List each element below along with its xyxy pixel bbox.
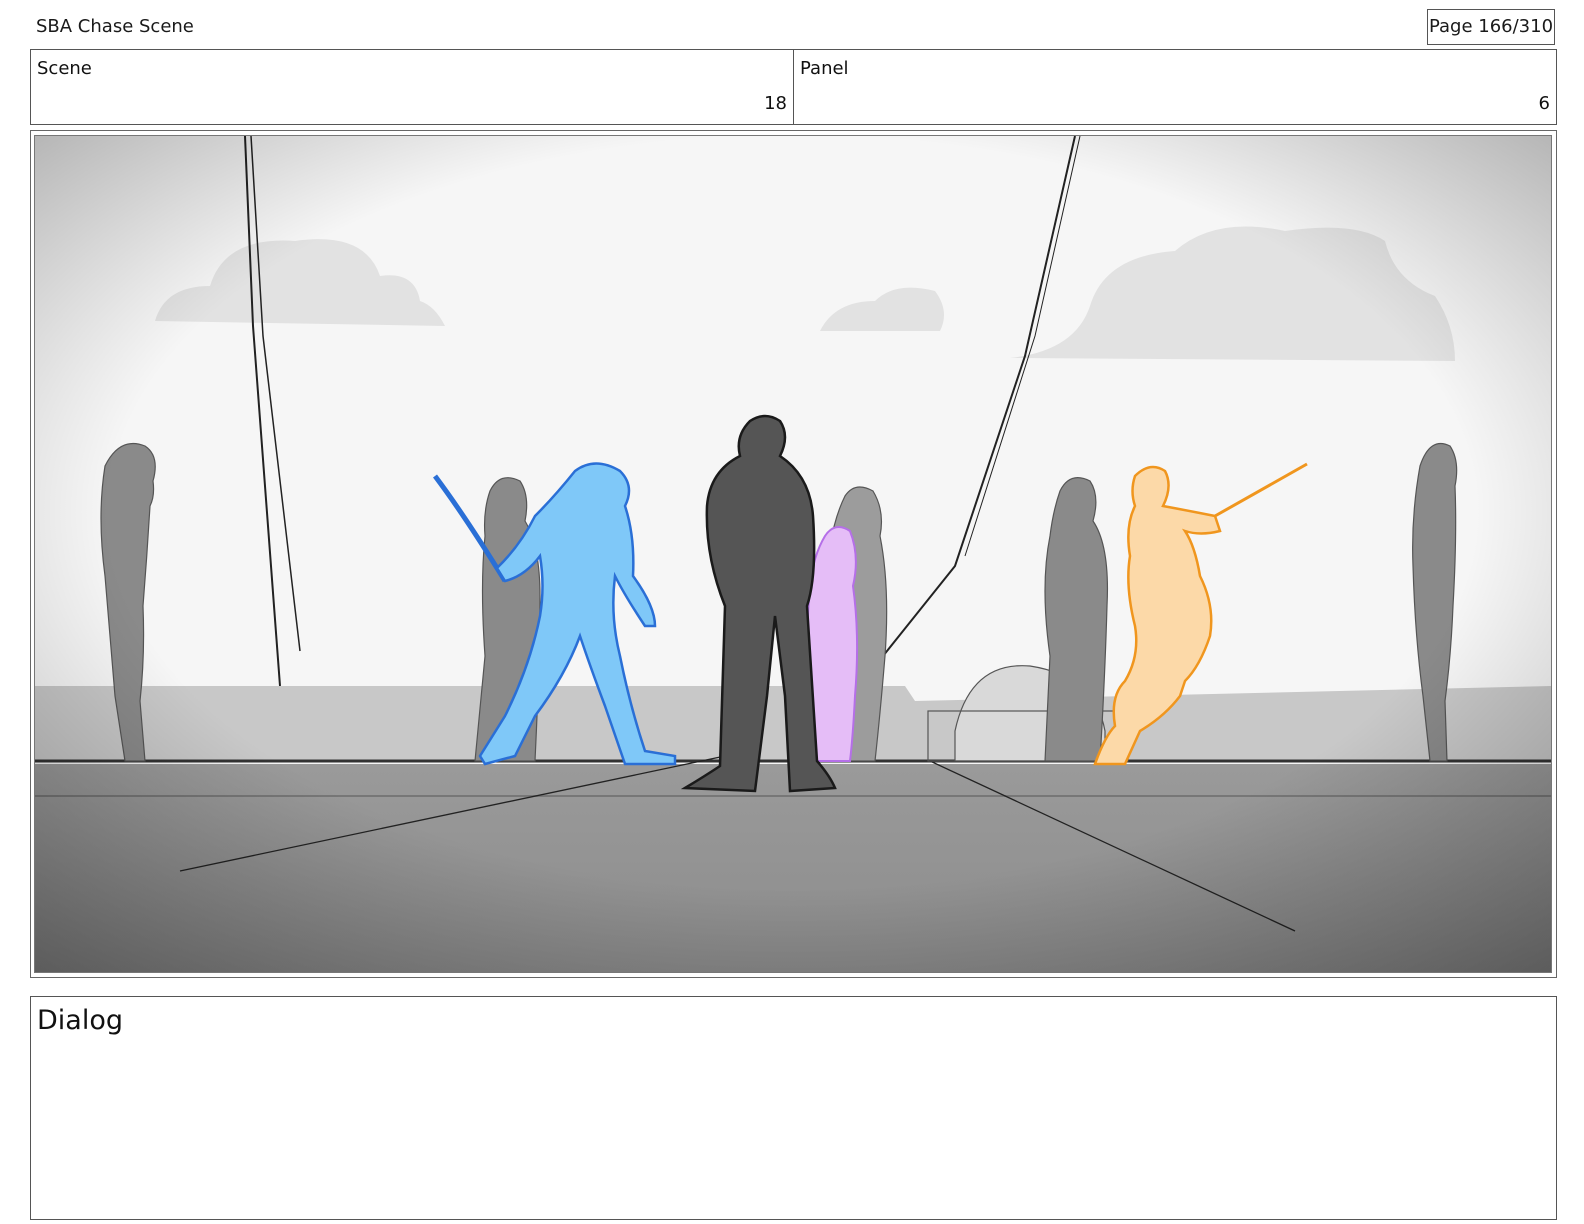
dialog-box: Dialog <box>30 996 1557 1220</box>
panel-cell: Panel 6 <box>793 50 1556 124</box>
page-counter: Page 166/310 <box>1427 9 1555 45</box>
panel-label: Panel <box>800 58 849 79</box>
document-title: SBA Chase Scene <box>36 16 194 37</box>
scene-panel-info-row: Scene 18 Panel 6 <box>30 49 1557 125</box>
scene-label: Scene <box>37 58 92 79</box>
vignette-overlay <box>35 136 1551 972</box>
scene-number: 18 <box>764 93 787 114</box>
dialog-label: Dialog <box>37 1005 123 1036</box>
panel-number: 6 <box>1538 93 1550 114</box>
storyboard-panel-image <box>34 135 1552 973</box>
scene-cell: Scene 18 <box>31 50 793 124</box>
storyboard-drawing <box>35 136 1551 972</box>
